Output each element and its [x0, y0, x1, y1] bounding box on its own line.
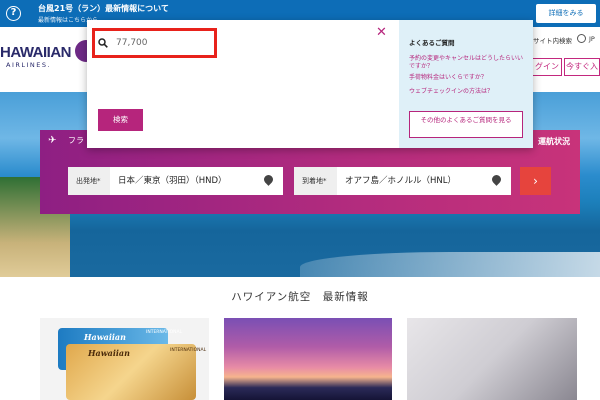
search-input[interactable] — [116, 36, 212, 50]
faq-more-button[interactable]: その他のよくあるご質問を見る — [409, 111, 523, 138]
faq-link[interactable]: 手荷物料金はいくらですか？ — [409, 74, 527, 82]
faq-title: よくあるご質問 — [409, 39, 455, 47]
card-intl-text: INTERNATIONAL — [146, 330, 183, 335]
card-brand-text: Hawaiian — [84, 332, 126, 342]
globe-icon[interactable] — [577, 34, 586, 43]
arrival-label: 到着地* — [294, 167, 337, 195]
news-card-cabin[interactable] — [407, 318, 577, 400]
logo-wordmark[interactable]: HAWAIIAN — [0, 44, 72, 61]
search-button[interactable]: 検索 — [98, 109, 143, 131]
flight-search-go-button[interactable]: › — [520, 167, 551, 195]
language-selector[interactable]: JP — [589, 35, 595, 43]
news-heading: ハワイアン航空 最新情報 — [231, 291, 369, 303]
faq-link[interactable]: ウェブチェックインの方法は？ — [409, 88, 527, 96]
site-search-link[interactable]: サイト内検索 — [533, 35, 572, 45]
news-card-sunset[interactable] — [224, 318, 392, 400]
search-icon — [98, 38, 108, 48]
location-pin-icon[interactable] — [262, 173, 275, 186]
alert-details-button[interactable]: 詳細をみる — [536, 4, 596, 23]
logo-subtitle: AIRLINES. — [6, 61, 52, 69]
flight-status-tab[interactable]: 運航状況 — [538, 136, 570, 147]
departure-label: 出発地* — [68, 167, 110, 195]
departure-value[interactable]: 日本／東京（羽田）（HND） — [118, 167, 227, 195]
hero-wave — [300, 252, 600, 277]
question-icon: ? — [6, 6, 21, 21]
alert-title[interactable]: 台風21号（ラン）最新情報について — [38, 3, 169, 14]
join-button[interactable]: 今すぐ入 — [564, 58, 600, 76]
plane-icon: ✈ — [48, 135, 57, 146]
location-pin-icon[interactable] — [490, 173, 503, 186]
arrival-field[interactable]: 到着地* オアフ島／ホノルル（HNL） — [294, 167, 511, 195]
login-button[interactable]: グイン — [532, 58, 562, 76]
close-icon[interactable]: ✕ — [376, 26, 387, 39]
flight-tab-label: フラ — [68, 136, 84, 145]
faq-link[interactable]: 予約の変更やキャンセルはどうしたらいいですか？ — [409, 55, 527, 71]
card-intl-text: INTERNATIONAL — [170, 348, 207, 353]
arrival-value[interactable]: オアフ島／ホノルル（HNL） — [345, 167, 456, 195]
card-brand-text: Hawaiian — [88, 348, 130, 358]
departure-field[interactable]: 出発地* 日本／東京（羽田）（HND） — [68, 167, 283, 195]
